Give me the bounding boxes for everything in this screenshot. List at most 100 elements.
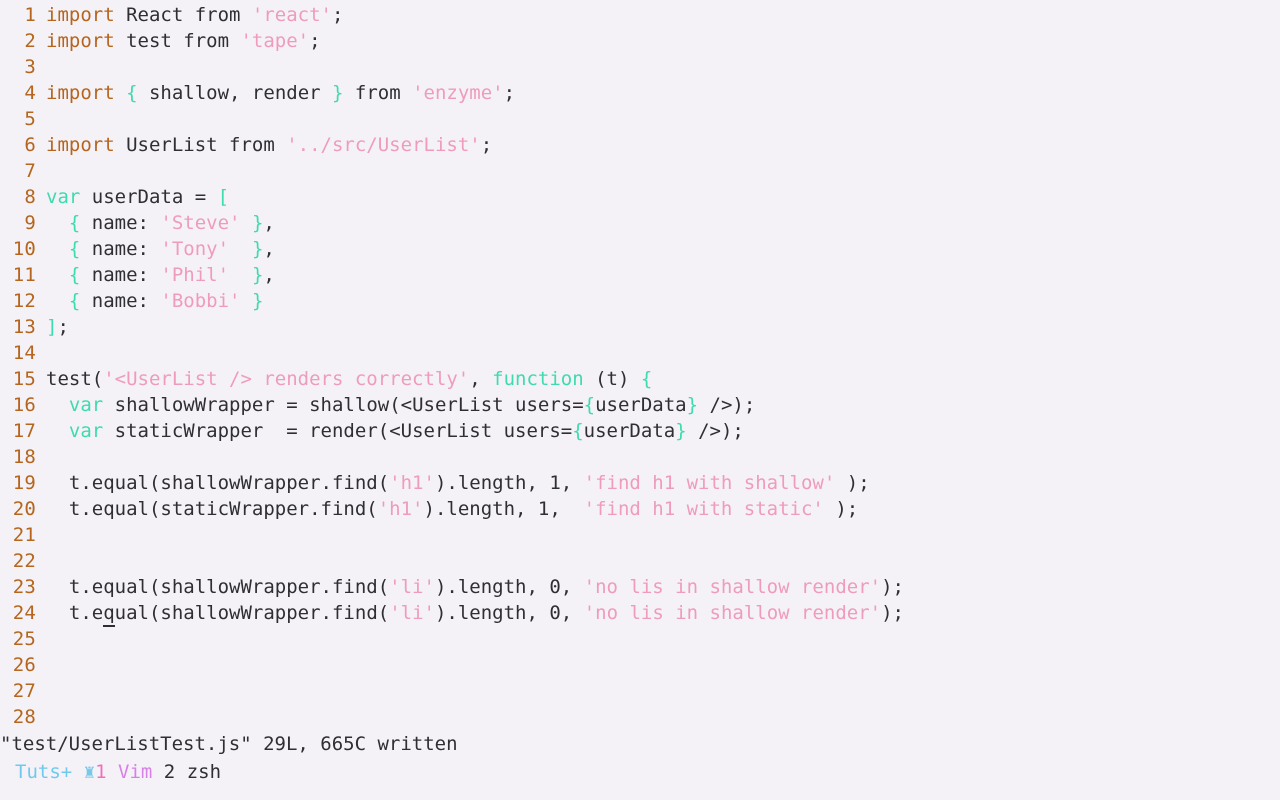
line-number: 1 xyxy=(24,4,36,26)
code-token: var xyxy=(46,186,81,208)
chess-rook-icon: ♜ xyxy=(83,761,96,783)
code-token: { xyxy=(68,290,81,312)
code-token: var xyxy=(68,394,104,416)
code-token: t.e xyxy=(46,602,104,624)
code-token: } xyxy=(686,394,699,416)
line-number: 9 xyxy=(24,212,36,234)
code-token: { xyxy=(583,394,596,416)
line-number: 12 xyxy=(12,290,36,312)
code-token: ual(shallowWrapper.find( xyxy=(114,602,390,624)
code-token: ).length, 1, xyxy=(423,498,584,520)
code-token: 'Tony' xyxy=(160,238,230,260)
code-token: (t) xyxy=(583,368,641,390)
line-number: 3 xyxy=(24,56,36,78)
code-token: userData xyxy=(583,420,676,442)
code-token: 'Bobbi' xyxy=(160,290,241,312)
code-token: name: xyxy=(80,290,161,312)
line-number: 4 xyxy=(24,82,36,104)
code-token: 'Steve' xyxy=(160,212,241,234)
line-number: 24 xyxy=(12,602,36,624)
code-token: import xyxy=(46,30,115,52)
code-token: '<UserList /> renders correctly' xyxy=(103,368,470,390)
code-token: />); xyxy=(698,394,756,416)
code-token: } xyxy=(251,212,264,234)
code-token: UserList from xyxy=(114,134,287,156)
line-number: 5 xyxy=(24,108,36,130)
code-token: 'no lis in shallow render' xyxy=(583,576,882,598)
code-token: , xyxy=(263,238,275,260)
tmux-status-bar[interactable]: Tuts+ ♜1 Vim 2 zsh xyxy=(0,758,1280,786)
code-token: ] xyxy=(46,316,58,338)
code-token: React from xyxy=(114,4,252,26)
line-number: 19 xyxy=(12,472,36,494)
tmux-space-4 xyxy=(175,761,186,783)
tmux-window-2-name[interactable]: zsh xyxy=(187,761,221,783)
code-token: t.equal(shallowWrapper.find( xyxy=(46,576,390,598)
code-token: ); xyxy=(823,498,859,520)
line-number: 22 xyxy=(12,550,36,572)
tmux-session-name: Tuts+ xyxy=(15,761,73,783)
line-number: 25 xyxy=(12,628,36,650)
line-number: 20 xyxy=(12,498,36,520)
line-number: 7 xyxy=(24,160,36,182)
code-token: ).length, 1, xyxy=(434,472,584,494)
code-token: ; xyxy=(480,134,493,156)
code-token: ; xyxy=(57,316,69,338)
code-token: } xyxy=(251,290,264,312)
code-token: ; xyxy=(309,30,321,52)
vim-message-line: "test/UserListTest.js" 29L, 665C written xyxy=(0,733,458,755)
code-token: { xyxy=(68,212,81,234)
line-number: 10 xyxy=(12,238,36,260)
tmux-window-2-index[interactable]: 2 xyxy=(164,761,175,783)
code-token: import xyxy=(46,82,115,104)
line-number: 13 xyxy=(12,316,36,338)
code-token: ); xyxy=(881,602,904,624)
code-token: { xyxy=(640,368,653,390)
code-token: ); xyxy=(835,472,870,494)
code-token: { xyxy=(68,238,81,260)
code-token: 'tape' xyxy=(240,30,310,52)
code-token: } xyxy=(332,82,344,104)
code-token: 'li' xyxy=(389,602,435,624)
code-token: 'enzyme' xyxy=(412,82,504,104)
code-token: t.equal(shallowWrapper.find( xyxy=(46,472,390,494)
code-token: ; xyxy=(332,4,344,26)
code-token: />); xyxy=(686,420,744,442)
code-token: ); xyxy=(881,576,904,598)
code-token: { xyxy=(572,420,584,442)
code-token: ).length, 0, xyxy=(434,576,584,598)
line-number: 27 xyxy=(12,680,36,702)
code-token: } xyxy=(251,238,264,260)
code-token: { xyxy=(126,82,138,104)
code-token: [ xyxy=(217,186,230,208)
code-token: userData = xyxy=(80,186,218,208)
code-token: var xyxy=(68,420,104,442)
tmux-window-1-name[interactable]: Vim xyxy=(118,761,152,783)
code-token: function xyxy=(492,368,584,390)
code-token: ; xyxy=(503,82,516,104)
code-token: userData xyxy=(595,394,687,416)
editor-scrollbar-track[interactable] xyxy=(1084,0,1097,733)
line-number: 8 xyxy=(24,186,36,208)
line-number: 21 xyxy=(12,524,36,546)
code-token: name: xyxy=(80,264,161,286)
code-token: } xyxy=(251,264,264,286)
line-number: 16 xyxy=(12,394,36,416)
line-number: 26 xyxy=(12,654,36,676)
code-token: t.equal(staticWrapper.find( xyxy=(46,498,378,520)
code-token: 'Phil' xyxy=(160,264,230,286)
code-token: test from xyxy=(114,30,241,52)
code-token: 'h1' xyxy=(389,472,435,494)
code-token: 'h1' xyxy=(377,498,424,520)
line-number: 2 xyxy=(24,30,36,52)
tmux-window-1-index[interactable]: 1 xyxy=(95,761,106,783)
code-token: '../src/UserList' xyxy=(286,134,481,156)
code-token: 'li' xyxy=(389,576,435,598)
